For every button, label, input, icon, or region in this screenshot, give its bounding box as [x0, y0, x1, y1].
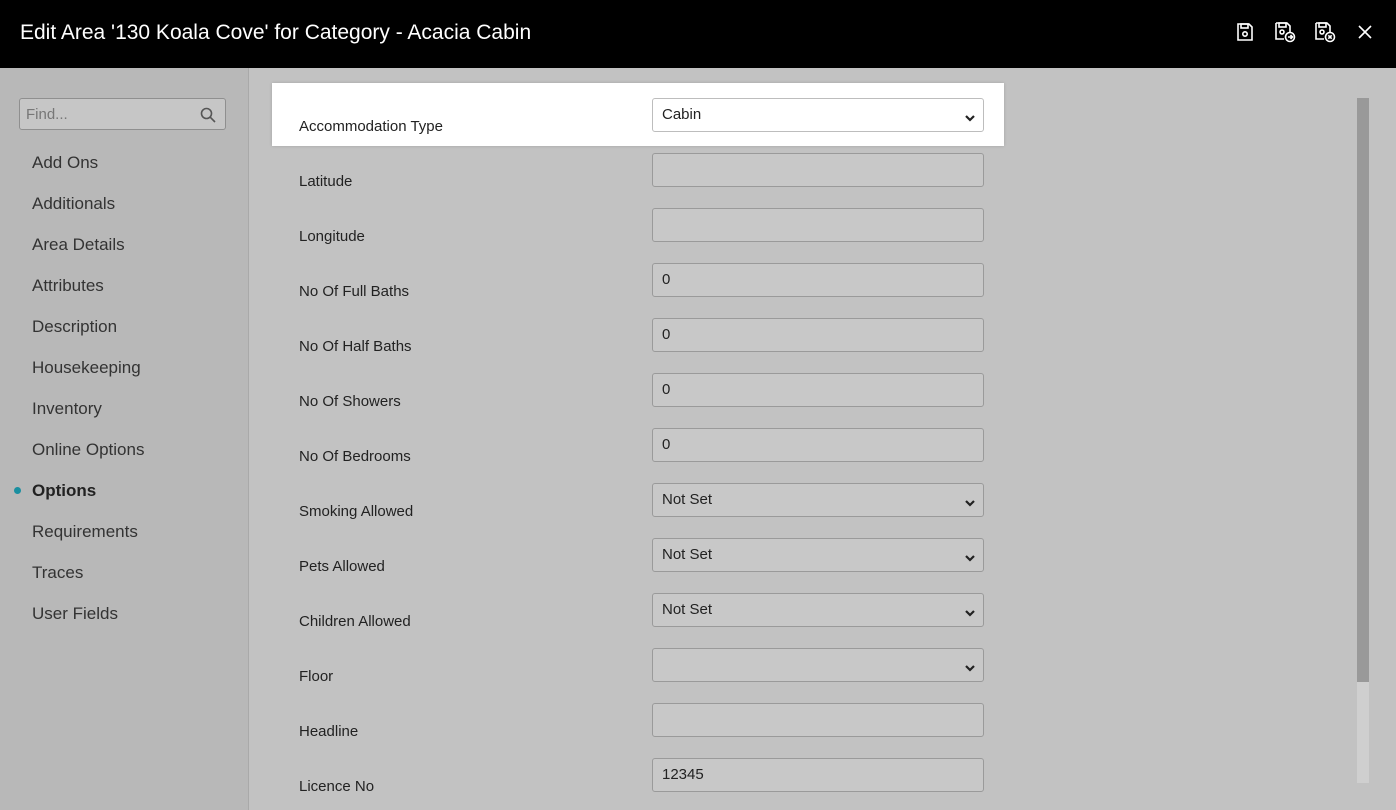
licence-no-input[interactable]: 12345 [652, 758, 984, 792]
sidebar-item-options[interactable]: Options [0, 470, 248, 511]
field-row-floor: Floor [249, 641, 1249, 696]
field-row-children-allowed: Children Allowed Not Set [249, 586, 1249, 641]
scrollbar-thumb[interactable] [1357, 98, 1369, 682]
pets-allowed-value: Not Set [662, 546, 713, 563]
title-bar: Edit Area '130 Koala Cove' for Category … [0, 0, 1396, 68]
field-row-licence-no: Licence No 12345 [249, 751, 1249, 806]
chevron-down-icon [964, 550, 976, 568]
latitude-label: Latitude [299, 173, 353, 190]
field-row-longitude: Longitude [249, 201, 1249, 256]
showers-input[interactable]: 0 [652, 373, 984, 407]
sidebar-item-description[interactable]: Description [0, 306, 248, 347]
pets-allowed-label: Pets Allowed [299, 558, 385, 575]
field-row-smoking-allowed: Smoking Allowed Not Set [249, 476, 1249, 531]
pets-allowed-select[interactable]: Not Set [652, 538, 984, 572]
accommodation-type-value: Cabin [662, 106, 702, 123]
children-allowed-select[interactable]: Not Set [652, 593, 984, 627]
full-baths-label: No Of Full Baths [299, 283, 410, 300]
sidebar-item-requirements[interactable]: Requirements [0, 511, 248, 552]
close-button[interactable] [1352, 21, 1378, 47]
sidebar-item-user-fields[interactable]: User Fields [0, 593, 248, 634]
sidebar-item-area-details[interactable]: Area Details [0, 224, 248, 265]
chevron-down-icon [964, 110, 976, 128]
save-and-close-icon [1313, 21, 1337, 48]
floor-select[interactable] [652, 648, 984, 682]
sidebar-item-additionals[interactable]: Additionals [0, 183, 248, 224]
children-allowed-label: Children Allowed [299, 613, 411, 630]
field-row-full-baths: No Of Full Baths 0 [249, 256, 1249, 311]
close-icon [1356, 23, 1374, 46]
smoking-allowed-select[interactable]: Not Set [652, 483, 984, 517]
floor-label: Floor [299, 668, 334, 685]
sidebar-nav: Add Ons Additionals Area Details Attribu… [0, 142, 248, 634]
chevron-down-icon [964, 660, 976, 678]
children-allowed-value: Not Set [662, 601, 713, 618]
save-and-forward-button[interactable] [1272, 21, 1298, 47]
sidebar: Add Ons Additionals Area Details Attribu… [0, 68, 249, 810]
accommodation-type-select[interactable]: Cabin [652, 98, 984, 132]
bedrooms-input[interactable]: 0 [652, 428, 984, 462]
half-baths-value: 0 [662, 326, 671, 343]
field-row-accommodation-type: Accommodation Type Cabin [249, 91, 1249, 146]
scrollbar[interactable] [1357, 98, 1369, 783]
sidebar-item-add-ons[interactable]: Add Ons [0, 142, 248, 183]
bedrooms-value: 0 [662, 436, 671, 453]
field-row-half-baths: No Of Half Baths 0 [249, 311, 1249, 366]
headline-label: Headline [299, 723, 359, 740]
field-row-latitude: Latitude [249, 146, 1249, 201]
window-title: Edit Area '130 Koala Cove' for Category … [20, 21, 532, 44]
sidebar-item-inventory[interactable]: Inventory [0, 388, 248, 429]
licence-no-value: 12345 [662, 766, 704, 783]
save-icon [1235, 22, 1255, 47]
half-baths-label: No Of Half Baths [299, 338, 412, 355]
options-form: Accommodation Type Cabin Latitude Longit… [249, 68, 1396, 810]
sidebar-item-housekeeping[interactable]: Housekeeping [0, 347, 248, 388]
chevron-down-icon [964, 495, 976, 513]
field-row-pets-allowed: Pets Allowed Not Set [249, 531, 1249, 586]
smoking-allowed-value: Not Set [662, 491, 713, 508]
bedrooms-label: No Of Bedrooms [299, 448, 411, 465]
sidebar-item-attributes[interactable]: Attributes [0, 265, 248, 306]
save-button[interactable] [1232, 21, 1258, 47]
sidebar-item-online-options[interactable]: Online Options [0, 429, 248, 470]
showers-value: 0 [662, 381, 671, 398]
field-row-showers: No Of Showers 0 [249, 366, 1249, 421]
full-baths-input[interactable]: 0 [652, 263, 984, 297]
accommodation-type-label: Accommodation Type [299, 118, 443, 135]
longitude-input[interactable] [652, 208, 984, 242]
field-row-headline: Headline [249, 696, 1249, 751]
licence-no-label: Licence No [299, 778, 375, 795]
search-box [19, 98, 226, 130]
search-icon[interactable] [200, 107, 216, 128]
save-and-close-button[interactable] [1312, 21, 1338, 47]
longitude-label: Longitude [299, 228, 365, 245]
full-baths-value: 0 [662, 271, 671, 288]
save-and-forward-icon [1273, 21, 1297, 48]
field-row-bedrooms: No Of Bedrooms 0 [249, 421, 1249, 476]
search-input[interactable] [20, 99, 201, 129]
chevron-down-icon [964, 605, 976, 623]
showers-label: No Of Showers [299, 393, 401, 410]
sidebar-item-traces[interactable]: Traces [0, 552, 248, 593]
latitude-input[interactable] [652, 153, 984, 187]
window-actions [1232, 21, 1378, 47]
smoking-allowed-label: Smoking Allowed [299, 503, 414, 520]
headline-input[interactable] [652, 703, 984, 737]
half-baths-input[interactable]: 0 [652, 318, 984, 352]
